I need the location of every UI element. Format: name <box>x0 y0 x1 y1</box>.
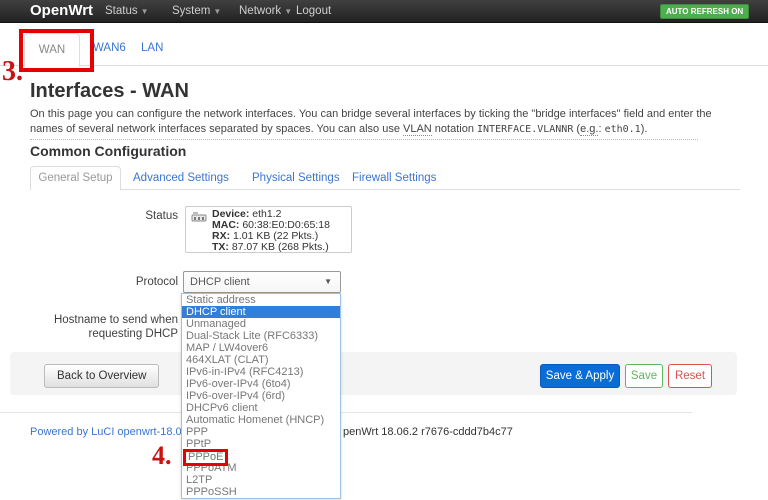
protocol-option[interactable]: L2TP <box>182 474 340 486</box>
hostname-label: Hostname to send whenrequesting DHCP <box>38 313 178 341</box>
brand-logo: OpenWrt <box>30 0 93 22</box>
reset-button[interactable]: Reset <box>668 364 712 388</box>
status-label: Status <box>60 210 178 222</box>
openwrt-luci-page: OpenWrt Status▼ System▼ Network▼ Logout … <box>0 0 768 500</box>
tab-firewall-settings[interactable]: Firewall Settings <box>352 172 436 184</box>
top-navbar: OpenWrt Status▼ System▼ Network▼ Logout … <box>0 0 768 23</box>
save-button[interactable]: Save <box>625 364 663 388</box>
protocol-option[interactable]: PPPoE <box>182 450 340 462</box>
interface-tabs-divider <box>0 65 768 66</box>
protocol-option[interactable]: 464XLAT (CLAT) <box>182 354 340 366</box>
protocol-select[interactable]: DHCP client ▼ <box>183 271 341 293</box>
status-tx: TX: 87.07 KB (268 Pkts.) <box>212 242 347 253</box>
protocol-option[interactable]: DHCPv6 client <box>182 402 340 414</box>
protocol-option[interactable]: Unmanaged <box>182 318 340 330</box>
vlan-abbr: VLAN <box>403 123 432 136</box>
nav-logout[interactable]: Logout <box>296 0 331 22</box>
annotation-step-4: 4. <box>152 441 172 471</box>
chevron-down-icon: ▼ <box>213 7 221 16</box>
footer-luci-link[interactable]: Powered by LuCI openwrt-18.06 br <box>30 426 201 438</box>
page-actions-bar: Back to Overview Save & Apply Save Reset <box>10 352 737 395</box>
tab-physical-settings[interactable]: Physical Settings <box>252 172 340 184</box>
nav-menu-system[interactable]: System▼ <box>172 0 221 23</box>
auto-refresh-badge[interactable]: AUTO REFRESH ON <box>660 4 749 19</box>
description-divider <box>30 139 698 140</box>
save-apply-button[interactable]: Save & Apply <box>540 364 620 388</box>
tab-general-setup[interactable]: General Setup <box>30 166 121 190</box>
status-box: Device: eth1.2 MAC: 60:38:E0:D0:65:18 RX… <box>185 206 352 253</box>
footer-version-text: penWrt 18.06.2 r7676-cddd7b4c77 <box>343 426 513 438</box>
protocol-dropdown-list[interactable]: Static addressDHCP clientUnmanagedDual-S… <box>181 293 341 499</box>
protocol-option[interactable]: Static address <box>182 294 340 306</box>
config-tabs-divider <box>30 189 740 190</box>
protocol-option[interactable]: IPv6-over-IPv4 (6to4) <box>182 378 340 390</box>
protocol-option[interactable]: Automatic Homenet (HNCP) <box>182 414 340 426</box>
ethernet-device-icon <box>191 211 207 226</box>
protocol-label: Protocol <box>60 276 178 288</box>
chevron-down-icon: ▼ <box>141 7 149 16</box>
page-description: On this page you can configure the netwo… <box>30 107 736 137</box>
annotation-step-3: 3. <box>2 56 23 88</box>
tab-lan[interactable]: LAN <box>141 42 163 54</box>
protocol-option[interactable]: PPPoSSH <box>182 486 340 498</box>
annotation-box-wan-tab <box>19 29 94 72</box>
protocol-option[interactable]: PPP <box>182 426 340 438</box>
footer-divider <box>0 412 692 413</box>
protocol-option[interactable]: IPv6-in-IPv4 (RFC4213) <box>182 366 340 378</box>
select-caret-icon: ▼ <box>324 272 332 292</box>
eg-abbr: e.g. <box>580 123 598 136</box>
chevron-down-icon: ▼ <box>284 7 292 16</box>
annotation-box-pppoe: PPPoE <box>183 449 228 466</box>
nav-menu-status[interactable]: Status▼ <box>105 0 149 23</box>
protocol-option[interactable]: MAP / LW4over6 <box>182 342 340 354</box>
protocol-option[interactable]: DHCP client <box>182 306 340 318</box>
section-title: Common Configuration <box>30 143 186 159</box>
nav-menu-network[interactable]: Network▼ <box>239 0 292 23</box>
protocol-option[interactable]: Dual-Stack Lite (RFC6333) <box>182 330 340 342</box>
protocol-option[interactable]: IPv6-over-IPv4 (6rd) <box>182 390 340 402</box>
back-to-overview-button[interactable]: Back to Overview <box>44 364 159 388</box>
tab-advanced-settings[interactable]: Advanced Settings <box>133 172 229 184</box>
page-title: Interfaces - WAN <box>30 80 189 103</box>
tab-wan6[interactable]: WAN6 <box>93 42 126 54</box>
